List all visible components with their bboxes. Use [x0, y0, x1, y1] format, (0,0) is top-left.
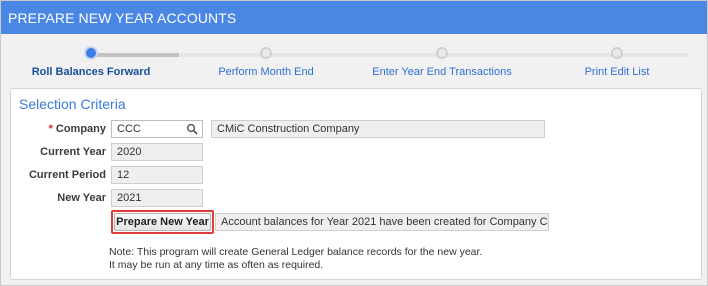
company-label: * Company — [11, 123, 106, 135]
train-step-print-edit-list[interactable] — [611, 47, 623, 59]
company-label-text: Company — [55, 123, 106, 135]
current-period-field: 12 — [111, 166, 203, 184]
current-year-label: Current Year — [40, 146, 106, 158]
train-label-roll-balances-forward[interactable]: Roll Balances Forward — [32, 66, 151, 78]
page-title: PREPARE NEW YEAR ACCOUNTS — [8, 10, 237, 26]
section-title: Selection Criteria — [19, 96, 126, 112]
note-line-2: It may be run at any time as often as re… — [109, 259, 324, 271]
current-year-field: 2020 — [111, 143, 203, 161]
new-year-field: 2021 — [111, 189, 203, 207]
train-step-roll-balances-forward[interactable] — [84, 46, 98, 60]
train-step-enter-year-end-transactions[interactable] — [436, 47, 448, 59]
title-bar: PREPARE NEW YEAR ACCOUNTS — [1, 1, 707, 34]
train-track-completed — [91, 53, 179, 57]
note-line-1: Note: This program will create General L… — [109, 246, 483, 258]
train-label-perform-month-end[interactable]: Perform Month End — [218, 66, 313, 78]
search-icon[interactable] — [186, 123, 198, 135]
company-name-field: CMiC Construction Company — [211, 120, 545, 138]
new-year-label: New Year — [57, 192, 106, 204]
company-code-value: CCC — [117, 123, 141, 135]
selection-criteria-panel: Selection Criteria * Company CCC CMiC Con… — [10, 88, 702, 280]
app-window: PREPARE NEW YEAR ACCOUNTS Roll Balances … — [0, 0, 708, 286]
current-period-label: Current Period — [28, 169, 106, 181]
company-code-input[interactable]: CCC — [111, 120, 203, 138]
train-label-enter-year-end-transactions[interactable]: Enter Year End Transactions — [372, 66, 511, 78]
required-marker: * — [48, 123, 53, 135]
train-label-print-edit-list[interactable]: Print Edit List — [585, 66, 650, 78]
train-step-perform-month-end[interactable] — [260, 47, 272, 59]
status-message-field: Account balances for Year 2021 have been… — [215, 213, 549, 231]
prepare-new-year-button[interactable]: Prepare New Year — [114, 213, 211, 231]
